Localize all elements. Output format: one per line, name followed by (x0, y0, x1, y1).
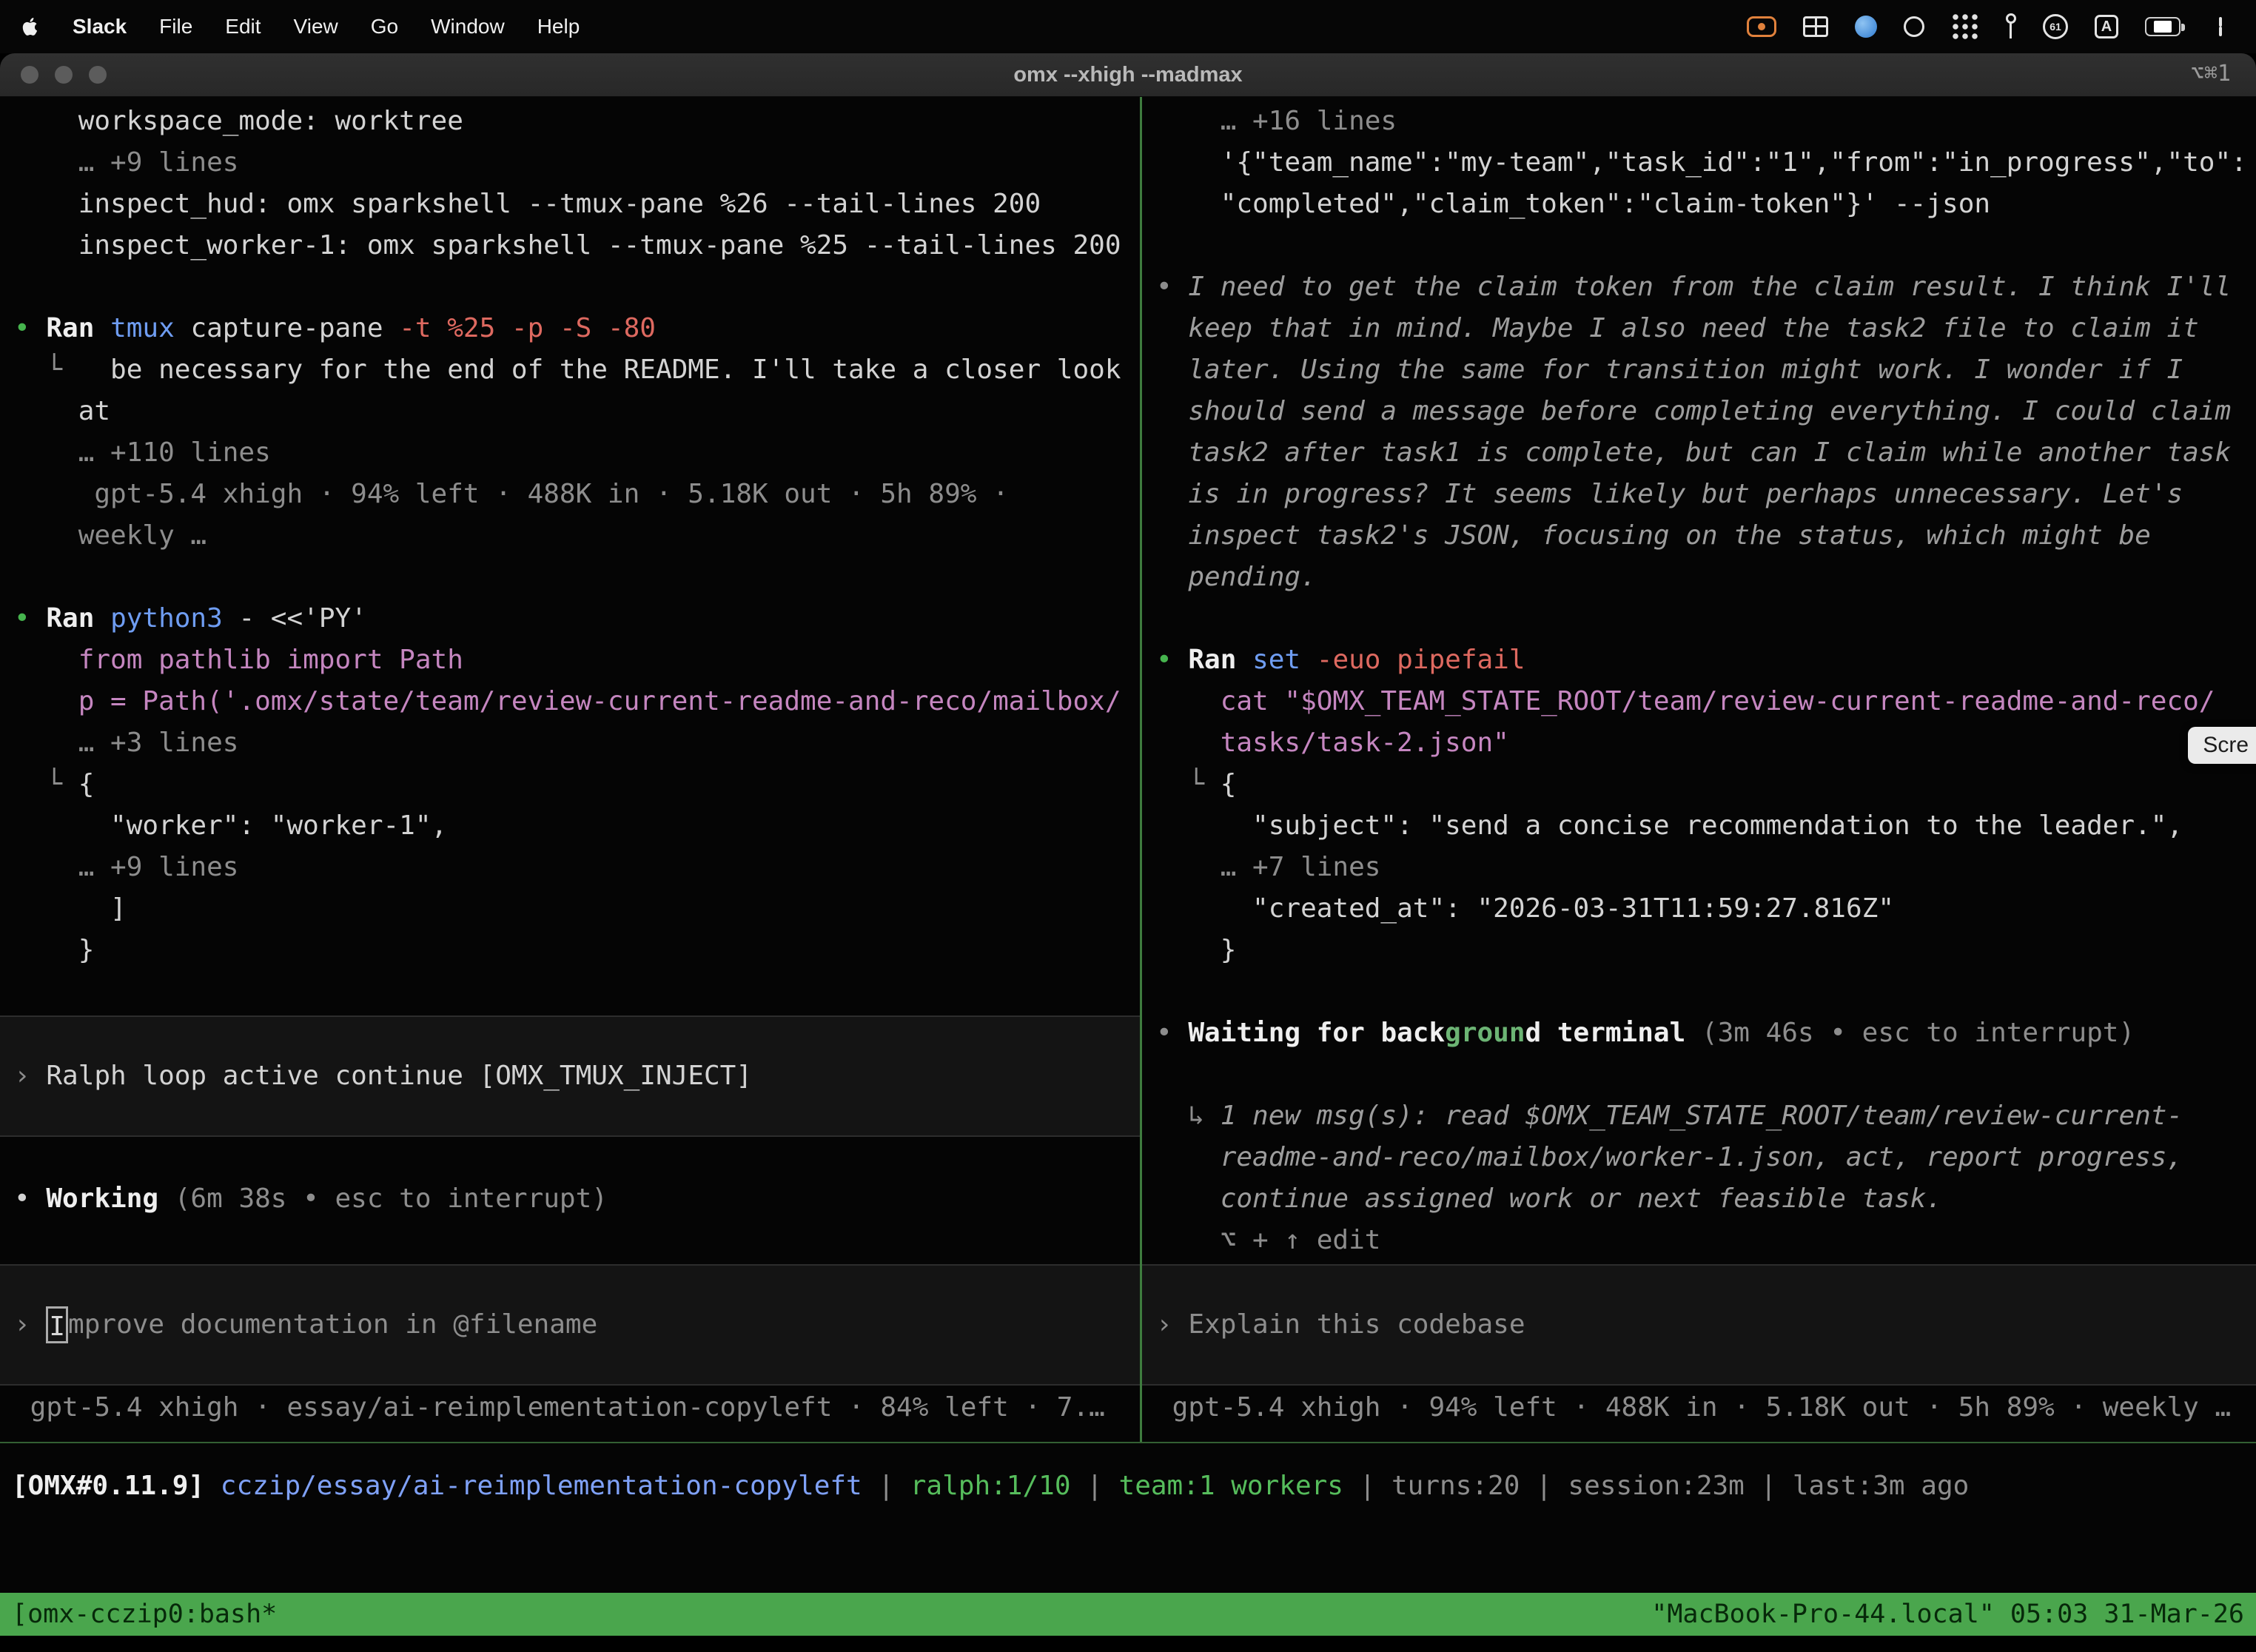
window-shortcut-hint: ⌥⌘1 (2191, 61, 2231, 87)
terminal-line: └ be necessary for the end of the README… (14, 349, 1140, 391)
terminal-line: continue assigned work or next feasible … (1156, 1178, 2256, 1220)
terminal-line: • Ran tmux capture-pane -t %25 -p -S -80 (14, 308, 1140, 349)
dots-grid-icon[interactable] (1951, 13, 1979, 41)
terminal-line: weekly … (14, 515, 1140, 557)
tmux-status-bar: [omx-cczip0:bash* "MacBook-Pro-44.local"… (0, 1593, 2256, 1636)
battery-icon[interactable] (2145, 17, 2181, 36)
menu-item-view[interactable]: View (294, 15, 338, 38)
terminal-line: "subject": "send a concise recommendatio… (1156, 805, 2256, 847)
window-bottom-filler (0, 1636, 2256, 1652)
screen-recording-icon[interactable] (1747, 16, 1776, 37)
zoom-button[interactable] (89, 66, 107, 84)
terminal-line: … +3 lines (14, 722, 1140, 764)
menu-item-help[interactable]: Help (537, 15, 580, 38)
terminal-line: readme-and-reco/mailbox/worker-1.json, a… (1156, 1137, 2256, 1178)
macos-menu-bar: Slack File Edit View Go Window Help 61 A (0, 0, 2256, 53)
window-title: omx --xhigh --madmax (1013, 63, 1242, 87)
tmux-host-clock: "MacBook-Pro-44.local" 05:03 31-Mar-26 (1651, 1599, 2244, 1629)
terminal-line: workspace_mode: worktree (14, 101, 1140, 142)
table-grid-icon[interactable] (1803, 16, 1828, 37)
terminal-line: '{"team_name":"my-team","task_id":"1","f… (1156, 142, 2256, 184)
terminal-line: should send a message before completing … (1156, 391, 2256, 432)
blank-line (14, 266, 1140, 308)
prompt-text: › Ralph loop active continue [OMX_TMUX_I… (14, 1055, 752, 1097)
terminal-line: • Ran set -euo pipefail (1156, 639, 2256, 681)
terminal-line: } (1156, 930, 2256, 971)
apple-menu-icon[interactable] (22, 16, 40, 38)
prompt-text: › Improve documentation in @filename (14, 1304, 597, 1346)
terminal-line: cat "$OMX_TEAM_STATE_ROOT/team/review-cu… (1156, 681, 2256, 722)
terminal-line: at (14, 391, 1140, 432)
terminal-line: … +16 lines (1156, 101, 2256, 142)
control-center-icon[interactable] (2207, 17, 2234, 36)
omx-status-line: [OMX#0.11.9] cczip/essay/ai-reimplementa… (12, 1465, 2256, 1507)
menu-item-file[interactable]: File (159, 15, 192, 38)
terminal-line: tasks/task-2.json" (1156, 722, 2256, 764)
composer-input-right[interactable]: › Explain this codebase (1142, 1264, 2256, 1386)
minimize-button[interactable] (55, 66, 73, 84)
terminal-line: … +110 lines (14, 432, 1140, 474)
ralph-status-banner[interactable]: › Ralph loop active continue [OMX_TMUX_I… (0, 1015, 1140, 1137)
close-button[interactable] (21, 66, 38, 84)
screen-capture-tooltip: Scre (2188, 727, 2256, 764)
terminal-line: later. Using the same for transition mig… (1156, 349, 2256, 391)
menu-item-edit[interactable]: Edit (225, 15, 261, 38)
terminal-line: inspect task2's JSON, focusing on the st… (1156, 515, 2256, 557)
terminal-line: … +7 lines (1156, 847, 2256, 888)
terminal-line: keep that in mind. Maybe I also need the… (1156, 308, 2256, 349)
blank-line (1156, 1054, 2256, 1095)
blank-line (14, 557, 1140, 598)
terminal-line: … +9 lines (14, 142, 1140, 184)
blank-line (1156, 971, 2256, 1013)
terminal-line: } (14, 930, 1140, 971)
ring-icon[interactable] (1904, 16, 1924, 37)
gauge-icon[interactable]: 61 (2043, 14, 2068, 39)
terminal-pane-left[interactable]: workspace_mode: worktree … +9 lines insp… (0, 97, 1140, 1442)
terminal-line: task2 after task1 is complete, but can I… (1156, 432, 2256, 474)
composer-input-left[interactable]: › Improve documentation in @filename (0, 1264, 1140, 1386)
terminal-line: • I need to get the claim token from the… (1156, 266, 2256, 308)
terminal-line: pending. (1156, 557, 2256, 598)
terminal-line: is in progress? It seems likely but perh… (1156, 474, 2256, 515)
terminal-line: • Waiting for background terminal (3m 46… (1156, 1013, 2256, 1054)
active-app-name[interactable]: Slack (73, 15, 127, 38)
prompt-text: › Explain this codebase (1156, 1304, 1525, 1346)
omx-status-pane: [OMX#0.11.9] cczip/essay/ai-reimplementa… (0, 1443, 2256, 1593)
menu-item-window[interactable]: Window (431, 15, 505, 38)
blank-line (1156, 225, 2256, 266)
tmux-session-label: [omx-cczip0:bash* (12, 1599, 277, 1629)
terminal-line: … +9 lines (14, 847, 1140, 888)
window-titlebar[interactable]: omx --xhigh --madmax ⌥⌘1 (0, 53, 2256, 97)
blank-line (1156, 598, 2256, 639)
terminal-line: ⌥ + ↑ edit (1156, 1220, 2256, 1261)
terminal-line: └ { (14, 764, 1140, 805)
shield-icon[interactable] (1855, 16, 1877, 38)
terminal-line: ↳ 1 new msg(s): read $OMX_TEAM_STATE_ROO… (1156, 1095, 2256, 1137)
key-icon[interactable] (2006, 13, 2016, 40)
pane-footer-line: gpt-5.4 xhigh · essay/ai-reimplementatio… (14, 1387, 1140, 1428)
terminal-window: omx --xhigh --madmax ⌥⌘1 workspace_mode:… (0, 53, 2256, 1652)
menu-item-go[interactable]: Go (371, 15, 398, 38)
terminal-line: └ { (1156, 764, 2256, 805)
blank-line (14, 971, 1140, 1013)
terminal-line: p = Path('.omx/state/team/review-current… (14, 681, 1140, 722)
terminal-line: "worker": "worker-1", (14, 805, 1140, 847)
pane-footer-line: gpt-5.4 xhigh · 94% left · 488K in · 5.1… (1156, 1387, 2256, 1428)
terminal-line: ] (14, 888, 1140, 930)
terminal-line: • Working (6m 38s • esc to interrupt) (14, 1178, 1140, 1220)
input-source-icon[interactable]: A (2095, 15, 2118, 38)
terminal-line: • Ran python3 - <<'PY' (14, 598, 1140, 639)
terminal-line: inspect_worker-1: omx sparkshell --tmux-… (14, 225, 1140, 266)
terminal-line: from pathlib import Path (14, 639, 1140, 681)
blank-line (14, 1220, 1140, 1261)
terminal-line: "created_at": "2026-03-31T11:59:27.816Z" (1156, 888, 2256, 930)
terminal-pane-right[interactable]: … +16 lines '{"team_name":"my-team","tas… (1142, 97, 2256, 1442)
terminal-line: "completed","claim_token":"claim-token"}… (1156, 184, 2256, 225)
blank-line (14, 1137, 1140, 1178)
terminal-line: gpt-5.4 xhigh · 94% left · 488K in · 5.1… (14, 474, 1140, 515)
terminal-line: inspect_hud: omx sparkshell --tmux-pane … (14, 184, 1140, 225)
tmux-session: workspace_mode: worktree … +9 lines insp… (0, 97, 2256, 1442)
